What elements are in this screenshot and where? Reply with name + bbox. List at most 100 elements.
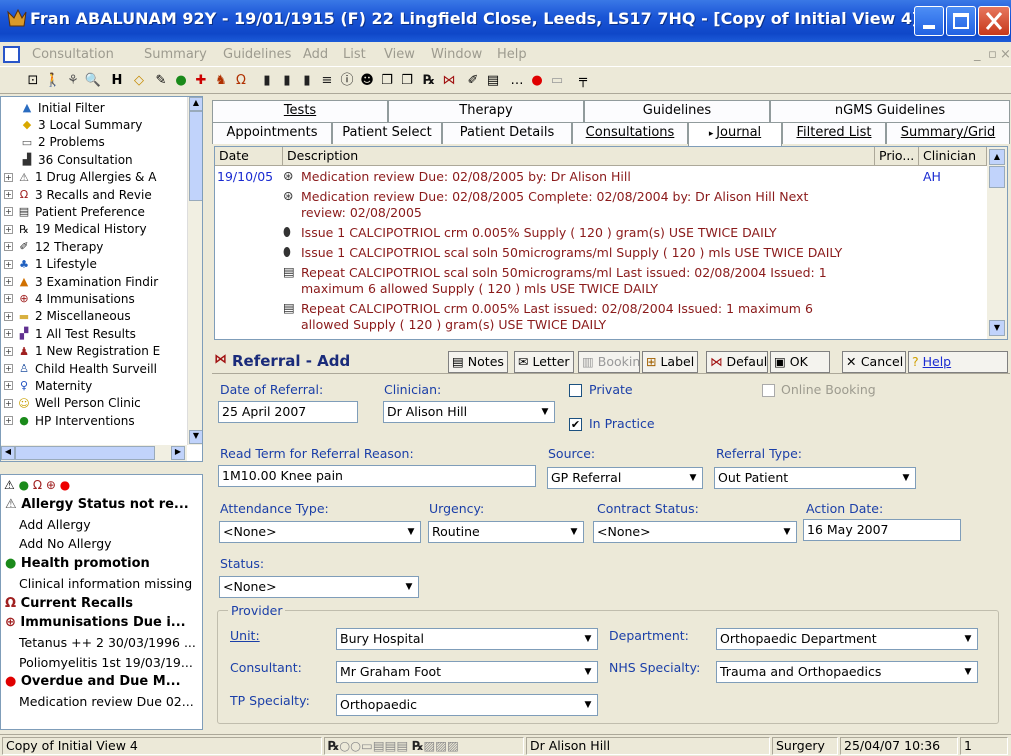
expand-icon[interactable]: +: [4, 329, 13, 339]
expand-icon[interactable]: +: [4, 311, 13, 321]
alert-heading[interactable]: ● Health promotion: [5, 556, 150, 571]
plus-icon[interactable]: ✚: [192, 71, 210, 89]
journal-line[interactable]: allowed Supply ( 120 ) gram(s) USE TWICE…: [301, 317, 606, 332]
tree-vertical-scrollbar[interactable]: ▲ ▼: [187, 97, 202, 445]
immunisation-icon[interactable]: ⊕: [46, 478, 56, 492]
tree-item[interactable]: + ♣ 1 Lifestyle: [1, 256, 97, 273]
menu-guidelines[interactable]: Guidelines: [223, 47, 291, 62]
journal-line[interactable]: Repeat CALCIPOTRIOL crm 0.005% Last issu…: [301, 301, 813, 316]
consultant-select[interactable]: Mr Graham Foot ▼: [336, 661, 598, 683]
face-icon[interactable]: ☻: [358, 71, 376, 89]
red-circle-icon[interactable]: ●: [528, 71, 546, 89]
alert-item[interactable]: Poliomyelitis 1st 19/03/19...: [19, 655, 193, 670]
close-button[interactable]: [978, 6, 1010, 36]
date-of-referral-input[interactable]: 25 April 2007: [218, 401, 358, 423]
letter-button[interactable]: ✉ Letter: [514, 351, 574, 373]
search-icon[interactable]: 🔍: [84, 71, 102, 89]
copy-icon[interactable]: ❐: [378, 71, 396, 89]
minimize-button[interactable]: [914, 6, 944, 36]
menu-add[interactable]: Add: [303, 47, 328, 62]
tree-item[interactable]: + ⊕ 4 Immunisations: [1, 290, 135, 307]
journal-line[interactable]: Medication review Due: 02/08/2005 Comple…: [301, 189, 808, 204]
nhs-specialty-select[interactable]: Trauma and Orthopaedics ▼: [716, 661, 978, 683]
source-select[interactable]: GP Referral ▼: [547, 467, 703, 489]
pin-icon[interactable]: ╤: [574, 71, 592, 89]
expand-icon[interactable]: +: [4, 207, 13, 217]
tab-appointments[interactable]: Appointments: [212, 122, 332, 144]
tree-item[interactable]: + ● HP Interventions: [1, 412, 135, 429]
ellipsis-icon[interactable]: …: [508, 71, 526, 89]
urgency-select[interactable]: Routine ▼: [428, 521, 584, 543]
tree-item[interactable]: + ♟ 1 New Registration E: [1, 343, 160, 360]
tab-patient-details[interactable]: Patient Details: [442, 122, 572, 144]
alert-item[interactable]: Add Allergy: [19, 517, 91, 532]
mdi-close-icon[interactable]: ×: [1000, 47, 1011, 62]
alert-heading[interactable]: ⚠ Allergy Status not re...: [5, 497, 189, 512]
h-icon[interactable]: H: [108, 71, 126, 89]
info-icon[interactable]: ⓘ: [338, 71, 356, 89]
tree-item[interactable]: + Ω 3 Recalls and Revie: [1, 186, 152, 203]
tab-journal[interactable]: ▸ Journal: [688, 122, 782, 147]
journal-scrollbar[interactable]: ▲ ▼: [987, 147, 1007, 339]
tree-item[interactable]: + ▲ 3 Examination Findir: [1, 273, 158, 290]
pen-icon[interactable]: ✎: [152, 71, 170, 89]
tab-filtered-list[interactable]: Filtered List: [782, 122, 886, 144]
maximize-button[interactable]: [946, 6, 976, 36]
alert-heading[interactable]: ⊕ Immunisations Due i...: [5, 615, 186, 630]
clinician-select[interactable]: Dr Alison Hill ▼: [383, 401, 555, 423]
walk-icon[interactable]: 🚶: [44, 71, 62, 89]
new-icon[interactable]: ⊡: [24, 71, 42, 89]
action-date-input[interactable]: 16 May 2007: [803, 519, 961, 541]
apple-icon[interactable]: ●: [19, 478, 29, 492]
journal-line[interactable]: review: 02/08/2005: [301, 205, 422, 220]
contract-status-select[interactable]: <None> ▼: [593, 521, 797, 543]
tab-patient-select[interactable]: Patient Select: [332, 122, 442, 144]
alert-item[interactable]: Medication review Due 02...: [19, 694, 194, 709]
notes-button[interactable]: ▤ Notes: [448, 351, 508, 373]
alert-heading[interactable]: Ω Current Recalls: [5, 596, 133, 611]
column-header-clinician[interactable]: Clinician: [919, 147, 987, 166]
department-select[interactable]: Orthopaedic Department ▼: [716, 628, 978, 650]
apple-icon[interactable]: ●: [172, 71, 190, 89]
tab-guidelines[interactable]: Guidelines: [584, 100, 770, 122]
menu-summary[interactable]: Summary: [144, 47, 207, 62]
tree-item[interactable]: ◆ 3 Local Summary: [1, 116, 143, 133]
status-select[interactable]: <None> ▼: [219, 576, 419, 598]
stethoscope-icon[interactable]: Ω: [232, 71, 250, 89]
help-button[interactable]: ? Help: [908, 351, 1008, 373]
in-practice-checkbox[interactable]: ✔: [569, 418, 582, 431]
column-header-description[interactable]: Description: [283, 147, 875, 166]
default-button[interactable]: ⋈ Defaul: [706, 351, 768, 373]
journal-line[interactable]: Issue 1 CALCIPOTRIOL scal soln 50microgr…: [301, 245, 842, 260]
tab-summary-grid[interactable]: Summary/Grid: [886, 122, 1010, 144]
copy2-icon[interactable]: ❐: [398, 71, 416, 89]
journal-line[interactable]: maximum 6 allowed Supply ( 120 ) mls USE…: [301, 281, 658, 296]
tp-specialty-select[interactable]: Orthopaedic ▼: [336, 694, 598, 716]
read-term-input[interactable]: 1M10.00 Knee pain: [218, 465, 536, 487]
book3-icon[interactable]: ▮: [298, 71, 316, 89]
expand-icon[interactable]: +: [4, 416, 13, 426]
mdi-restore-icon[interactable]: ▫: [988, 47, 997, 62]
doc-icon[interactable]: ▤: [484, 71, 502, 89]
expand-icon[interactable]: +: [4, 294, 13, 304]
tree-item[interactable]: ▲ Initial Filter: [1, 99, 105, 116]
column-header-priority[interactable]: Prio...: [875, 147, 919, 166]
expand-icon[interactable]: +: [4, 364, 13, 373]
expand-icon[interactable]: +: [4, 259, 13, 269]
menu-help[interactable]: Help: [497, 47, 527, 62]
tree-item[interactable]: + ▬ 2 Miscellaneous: [1, 308, 131, 325]
cancel-button[interactable]: ✕ Cancel: [842, 351, 906, 373]
bow-icon[interactable]: ⋈: [440, 71, 458, 89]
journal-line[interactable]: Repeat CALCIPOTRIOL scal soln 50microgra…: [301, 265, 827, 280]
expand-icon[interactable]: +: [4, 190, 13, 199]
online-booking-checkbox[interactable]: [762, 384, 775, 397]
menu-list[interactable]: List: [343, 47, 366, 62]
tree-item[interactable]: ▭ 2 Problems: [1, 134, 105, 151]
journal-line[interactable]: Issue 1 CALCIPOTRIOL crm 0.005% Supply (…: [301, 225, 777, 240]
menu-view[interactable]: View: [384, 47, 415, 62]
tree-item[interactable]: + ♀ Maternity: [1, 377, 92, 394]
journal-line[interactable]: Medication review Due: 02/08/2005 by: Dr…: [301, 169, 631, 184]
referral-type-select[interactable]: Out Patient ▼: [714, 467, 916, 489]
unit-select[interactable]: Bury Hospital ▼: [336, 628, 598, 650]
expand-icon[interactable]: +: [4, 398, 13, 408]
